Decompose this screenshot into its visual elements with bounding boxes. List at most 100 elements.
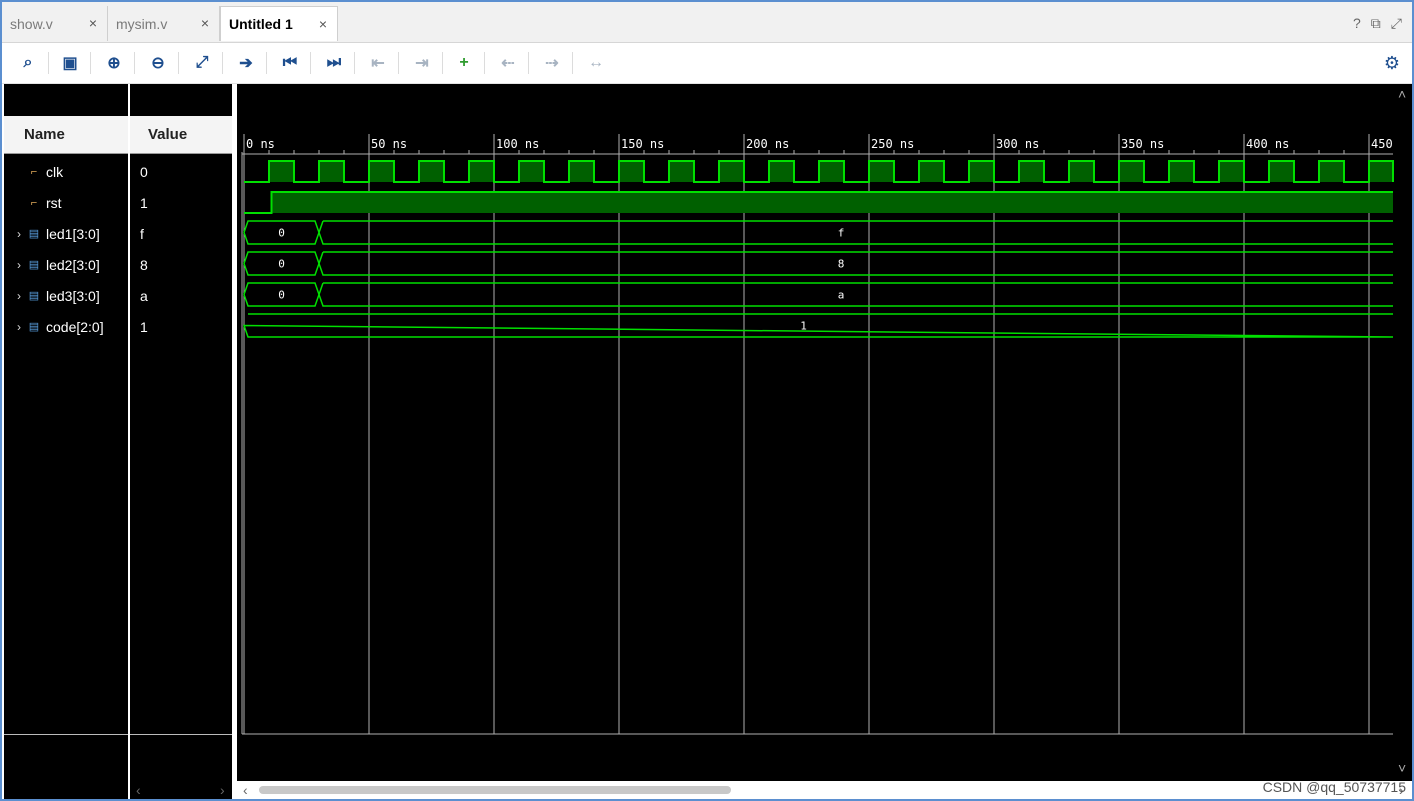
bus-segment	[242, 313, 1394, 338]
clk-high-fill	[819, 161, 844, 182]
clk-high-fill	[1319, 161, 1344, 182]
scroll-left-icon[interactable]: ‹	[243, 782, 248, 798]
time-tick-label: 400 ns	[1246, 137, 1289, 151]
signal-name: code[2:0]	[46, 318, 104, 335]
help-icon[interactable]: ?	[1353, 15, 1361, 32]
go-to-last-time-icon[interactable]: ⏭	[322, 52, 346, 74]
close-icon[interactable]: ×	[319, 16, 327, 32]
zoom-in-icon[interactable]: ⊕	[102, 52, 126, 74]
toolbar: ⌕ ▣ ⊕ ⊖ ⤢ ➔ ⏮ ⏭ ⇤ ⇥ + ⇠ ⇢ ↔ ⚙	[2, 43, 1412, 84]
toolbar-separator	[178, 52, 179, 74]
toolbar-separator	[572, 52, 573, 74]
go-to-time-zero-icon[interactable]: ⏮	[278, 52, 302, 74]
expand-chevron-icon[interactable]: ›	[12, 289, 26, 303]
add-marker-icon[interactable]: +	[452, 52, 476, 74]
waveform-svg: 0 ns 50 ns 100 ns 150 ns 200 ns 250 ns 300 ns 3…	[241, 134, 1394, 735]
expand-chevron-icon[interactable]: ›	[12, 227, 26, 241]
signal-name-pane: Name ⌐ clk ⌐ rst › ▤ led1[3:0] › ▤ led2[3:0] › ▤ led…	[4, 84, 128, 799]
time-tick-label: 150 ns	[621, 137, 664, 151]
expand-chevron-icon[interactable]: ›	[12, 320, 26, 334]
go-to-cursor-icon[interactable]: ➔	[234, 52, 258, 74]
vertical-scrollbar[interactable]: ˄ ˅	[1395, 84, 1412, 781]
time-tick-label: 200 ns	[746, 137, 789, 151]
clk-high-fill	[319, 161, 344, 182]
previous-transition-icon[interactable]: ⇤	[366, 52, 390, 74]
next-transition-icon[interactable]: ⇥	[410, 52, 434, 74]
signal-row-led3[interactable]: › ▤ led3[3:0]	[12, 280, 100, 311]
tab-label: show.v	[10, 15, 53, 32]
signal-value: f	[140, 225, 144, 242]
scrollbar-thumb[interactable]	[259, 786, 731, 794]
swap-cursors-icon[interactable]: ↔	[584, 52, 608, 74]
bus-signal-icon: ▤	[28, 290, 40, 302]
previous-marker-icon[interactable]: ⇠	[496, 52, 520, 74]
signal-row-clk[interactable]: ⌐ clk	[12, 156, 63, 187]
clk-high-fill	[769, 161, 794, 182]
clk-high-fill	[519, 161, 544, 182]
toolbar-separator	[222, 52, 223, 74]
bus-signal-icon: ▤	[28, 259, 40, 271]
signal-value: 8	[140, 256, 148, 273]
clk-high-fill	[1019, 161, 1044, 182]
signal-row-led2[interactable]: › ▤ led2[3:0]	[12, 249, 100, 280]
clk-high-fill	[969, 161, 994, 182]
zoom-out-icon[interactable]: ⊖	[146, 52, 170, 74]
signal-row-led1[interactable]: › ▤ led1[3:0]	[12, 218, 100, 249]
close-icon[interactable]: ×	[89, 15, 97, 31]
time-tick-label: 250 ns	[871, 137, 914, 151]
signal-name: clk	[46, 163, 64, 180]
scroll-left-icon[interactable]: ‹	[136, 782, 141, 798]
bus-value-label: 0	[278, 258, 285, 271]
bus-segment	[318, 220, 1393, 245]
clk-high-fill	[1119, 161, 1144, 182]
scroll-right-icon[interactable]: ›	[220, 782, 225, 798]
clk-high-fill	[469, 161, 494, 182]
tab-show-v[interactable]: show.v ×	[2, 6, 108, 41]
signal-name: led2[3:0]	[46, 256, 100, 273]
signal-value: 1	[140, 194, 148, 211]
expand-chevron-icon[interactable]: ›	[12, 258, 26, 272]
waveform-canvas[interactable]: 0 ns 50 ns 100 ns 150 ns 200 ns 250 ns 300 ns 3…	[237, 84, 1412, 781]
bus-value-label: 0	[278, 289, 285, 302]
maximize-icon[interactable]: ⤢	[1391, 15, 1402, 32]
tab-untitled-1[interactable]: Untitled 1 ×	[220, 6, 338, 41]
toolbar-separator	[48, 52, 49, 74]
zoom-fit-icon[interactable]: ⤢	[190, 52, 214, 74]
signal-name: led1[3:0]	[46, 225, 100, 242]
tab-bar: show.v × mysim.v × Untitled 1 × ? ⧉ ⤢	[2, 2, 1412, 43]
signal-row-code[interactable]: › ▤ code[2:0]	[12, 311, 104, 342]
time-tick-label: 450	[1371, 137, 1393, 151]
search-icon[interactable]: ⌕	[16, 52, 40, 74]
clk-high-fill	[569, 161, 594, 182]
clk-high-fill	[1269, 161, 1294, 182]
bus-value-label: 0	[278, 227, 285, 240]
clk-high-fill	[1069, 161, 1094, 182]
tab-mysim-v[interactable]: mysim.v ×	[108, 6, 220, 41]
signal-value-pane: Value 0 1 f 8 a 1 ‹ ›	[130, 84, 232, 799]
bus-value-label: f	[838, 227, 845, 240]
clk-high-fill	[719, 161, 744, 182]
next-marker-icon[interactable]: ⇢	[540, 52, 564, 74]
gear-icon[interactable]: ⚙	[1384, 53, 1400, 74]
value-column-header[interactable]: Value	[130, 116, 232, 154]
close-icon[interactable]: ×	[201, 15, 209, 31]
toolbar-separator	[442, 52, 443, 74]
restore-icon[interactable]: ⧉	[1371, 15, 1381, 32]
clk-high-fill	[369, 161, 394, 182]
divider	[130, 734, 232, 735]
bit-signal-icon: ⌐	[30, 196, 38, 209]
signal-value: 1	[140, 318, 148, 335]
clk-high-fill	[419, 161, 444, 182]
signal-row-rst[interactable]: ⌐ rst	[12, 187, 62, 218]
name-column-header[interactable]: Name	[4, 116, 128, 154]
signal-value: 0	[140, 163, 148, 180]
scroll-down-icon[interactable]: ˅	[1398, 760, 1406, 776]
signal-value: a	[140, 287, 148, 304]
horizontal-scrollbar[interactable]: ‹ ›	[237, 781, 1412, 799]
clk-high-fill	[669, 161, 694, 182]
time-tick-label: 300 ns	[996, 137, 1039, 151]
scroll-up-icon[interactable]: ˄	[1398, 86, 1406, 102]
save-icon[interactable]: ▣	[58, 52, 82, 74]
bus-value-label: 1	[800, 320, 807, 333]
signal-name: rst	[46, 194, 62, 211]
